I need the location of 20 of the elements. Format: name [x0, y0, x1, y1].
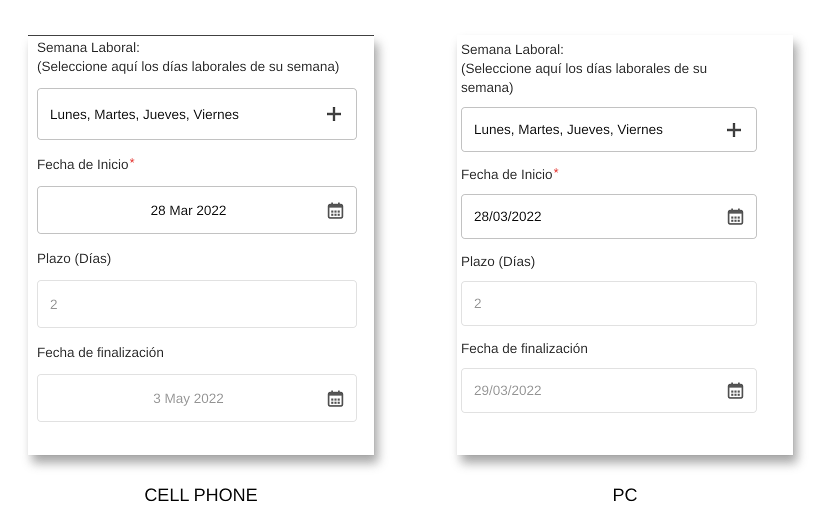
field-label: Plazo (Días) — [37, 250, 112, 268]
field-label: Plazo (Días) — [461, 253, 536, 271]
plus-icon[interactable] — [726, 122, 742, 138]
field-label: Fecha de Inicio — [461, 166, 553, 184]
field-label: Fecha de finalización — [37, 344, 165, 362]
select-field[interactable]: Lunes, Martes, Jueves, Viernes — [37, 88, 357, 140]
field-label: Semana Laboral: (Seleccione aquí los días laborales de su semana) — [461, 41, 708, 97]
calendar-icon[interactable] — [327, 202, 344, 218]
select-field[interactable]: Lunes, Martes, Jueves, Viernes — [461, 107, 757, 152]
plus-icon[interactable] — [326, 106, 342, 122]
caption: PC — [612, 485, 638, 506]
field-label: Semana Laboral: (Seleccione aquí los días laborales de su semana) — [37, 39, 340, 76]
date-field[interactable]: 28/03/2022 — [461, 194, 757, 239]
calendar-icon[interactable] — [727, 208, 744, 225]
field-label: Fecha de Inicio — [37, 156, 129, 174]
required-mark: * — [130, 155, 135, 170]
date-field[interactable]: 28 Mar 2022 — [37, 186, 357, 234]
field-label: Fecha de finalización — [461, 340, 589, 358]
required-mark: * — [554, 165, 559, 180]
caption: CELL PHONE — [144, 485, 258, 506]
